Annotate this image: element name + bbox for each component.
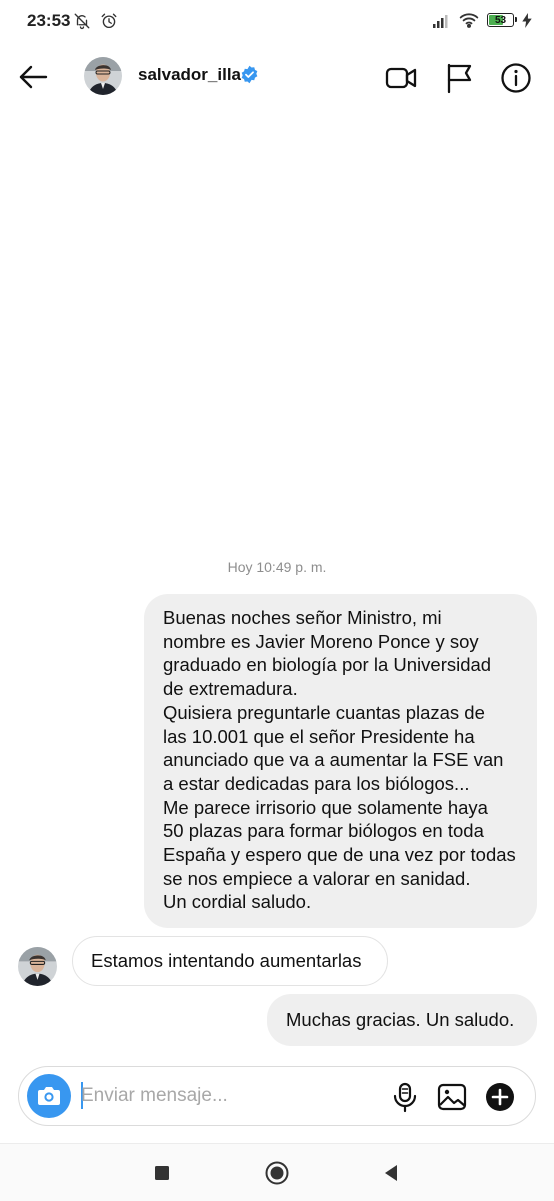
message-line: se nos empiece a valorar en sanidad. bbox=[163, 867, 471, 889]
message-line: de extremadura. bbox=[163, 678, 298, 700]
notifications-off-icon bbox=[74, 13, 90, 30]
recents-icon[interactable] bbox=[149, 1160, 175, 1186]
status-icons-left bbox=[73, 12, 118, 30]
message-line: graduado en biología por la Universidad bbox=[163, 654, 492, 676]
message-line: Me parece irrisorio que solamente haya bbox=[163, 796, 488, 818]
message-line: a estar dedicadas para los biólogos... bbox=[163, 772, 470, 794]
verified-badge-icon bbox=[241, 65, 258, 84]
wifi-icon bbox=[459, 13, 479, 28]
message-line: Buenas noches señor Ministro, mi bbox=[163, 607, 442, 628]
message-timestamp: Hoy 10:49 p. m. bbox=[227, 559, 327, 575]
chat-username[interactable]: salvador_illa bbox=[138, 65, 241, 85]
video-call-icon[interactable] bbox=[385, 62, 417, 94]
outgoing-message[interactable]: Buenas noches señor Ministro, mi nombre … bbox=[144, 594, 537, 929]
add-icon[interactable] bbox=[484, 1081, 516, 1113]
battery-level: 53 bbox=[494, 14, 507, 26]
camera-button[interactable] bbox=[27, 1074, 71, 1118]
report-flag-icon[interactable] bbox=[443, 62, 475, 94]
outgoing-message[interactable]: Muchas gracias. Un saludo. bbox=[267, 994, 537, 1046]
message-line: Un cordial saludo. bbox=[163, 891, 312, 913]
incoming-message[interactable]: Estamos intentando aumentarlas bbox=[72, 936, 388, 986]
gallery-icon[interactable] bbox=[436, 1081, 468, 1113]
message-line: Quisiera preguntarle cuantas plazas de bbox=[163, 701, 485, 723]
status-icons-right: 53 bbox=[433, 12, 532, 28]
system-nav-bar bbox=[0, 1143, 554, 1201]
signal-icon bbox=[433, 14, 448, 28]
microphone-icon[interactable] bbox=[389, 1081, 421, 1113]
chat-header: salvador_illa bbox=[0, 44, 554, 108]
message-line: nombre es Javier Moreno Ponce y soy bbox=[163, 630, 479, 652]
charging-icon bbox=[522, 12, 532, 28]
back-arrow-icon[interactable] bbox=[16, 60, 50, 94]
message-line: 50 plazas para formar biólogos en toda bbox=[163, 820, 484, 842]
status-time: 23:53 bbox=[27, 11, 71, 30]
message-line: España y espero que de una vez por todas bbox=[163, 844, 516, 866]
message-line: las 10.001 que el señor Presidente ha bbox=[163, 725, 475, 747]
message-line: anunciado que va a aumentar la FSE van bbox=[163, 749, 504, 771]
home-icon[interactable] bbox=[264, 1160, 290, 1186]
battery-indicator: 53 bbox=[487, 13, 517, 27]
avatar[interactable] bbox=[84, 57, 122, 95]
status-bar: 23:53 53 bbox=[0, 0, 554, 44]
back-nav-icon[interactable] bbox=[378, 1160, 404, 1186]
sender-avatar[interactable] bbox=[18, 947, 57, 986]
alarm-icon bbox=[101, 13, 117, 29]
message-composer bbox=[18, 1066, 536, 1126]
camera-icon bbox=[38, 1087, 60, 1105]
info-icon[interactable] bbox=[500, 62, 532, 94]
message-input[interactable] bbox=[81, 1081, 371, 1111]
